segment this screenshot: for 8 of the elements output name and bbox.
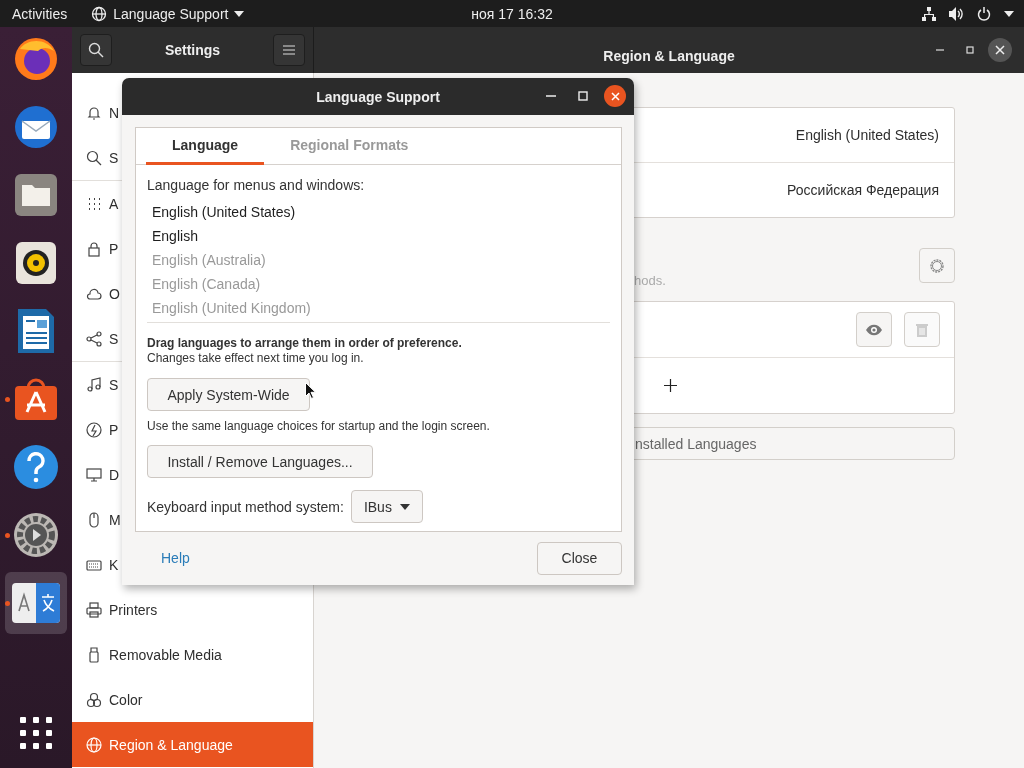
page-title: Region & Language [602,47,736,64]
drag-hint: Drag languages to arrange them in order of preference. [147,336,462,350]
changes-note: Changes take effect next time you log in. [147,351,364,365]
dialog-title: Language Support [316,88,440,105]
input-sources-hint: hods. [633,273,666,288]
format-value: Российская Федерация [787,182,939,198]
settings-title: Settings [164,42,221,58]
keyboard-input-label: Keyboard input method system: [147,498,344,515]
